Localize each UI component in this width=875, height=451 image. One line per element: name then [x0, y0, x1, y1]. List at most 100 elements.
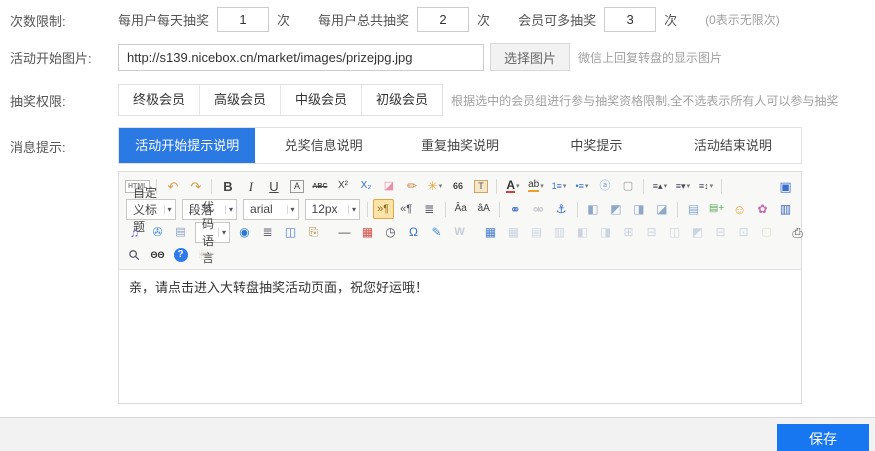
calendar-widget-icon[interactable]: ▤	[170, 222, 191, 242]
member-extra-label: 会员可多抽奖	[518, 10, 596, 29]
code-language-select[interactable]: 代码语言▾	[195, 222, 230, 243]
image-align-left-icon[interactable]: ◧	[582, 199, 603, 219]
comment-edit-icon[interactable]: ✎	[426, 222, 447, 242]
font-family-select[interactable]: arial▾	[243, 199, 298, 220]
insert-time-icon[interactable]: ◷	[380, 222, 401, 242]
help-icon[interactable]: ?	[170, 245, 191, 265]
tab-activity-end[interactable]: 活动结束说明	[665, 128, 801, 163]
choose-image-button[interactable]: 选择图片	[490, 43, 570, 71]
strikethrough-icon[interactable]: ABC	[309, 176, 330, 196]
snippet-icon[interactable]: ⎘	[303, 222, 324, 242]
member-option-junior[interactable]: 初级会员	[362, 85, 442, 115]
italic-icon[interactable]: I	[240, 176, 261, 196]
pre-icon[interactable]: ≣	[257, 222, 278, 242]
para-spacing-before-dropdown-icon[interactable]: ≡▴▾	[649, 176, 670, 196]
underline-icon[interactable]: U	[263, 176, 284, 196]
editor-content-area[interactable]: 亲，请点击进入大转盘抽奖活动页面，祝您好运哦！	[119, 270, 801, 403]
media-icon[interactable]: ▥	[775, 199, 796, 219]
to-lowercase-icon[interactable]: âA	[473, 199, 494, 219]
permission-hint: 根据选中的会员组进行参与抽奖资格限制,全不选表示所有人可以参与抽奖	[451, 92, 838, 109]
permission-row-label: 抽奖权限:	[10, 90, 118, 110]
border-text-icon[interactable]: A	[286, 176, 307, 196]
image-align-center-icon[interactable]: ◩	[605, 199, 626, 219]
heading-select[interactable]: 自定义标题▾	[126, 199, 176, 220]
cell-prop-icon: ▥	[549, 222, 570, 242]
color-sparkle-dropdown-icon[interactable]: ✳▾	[424, 176, 445, 196]
blockquote-icon[interactable]: 66	[447, 176, 468, 196]
total-unit: 次	[477, 10, 490, 29]
line-height-dropdown-icon[interactable]: ≡↕▾	[695, 176, 716, 196]
member-option-ultimate[interactable]: 终极会员	[119, 85, 200, 115]
col-delete-icon: ⊡	[733, 222, 754, 242]
eraser-icon[interactable]: ◪	[378, 176, 399, 196]
per-day-input[interactable]	[217, 7, 269, 32]
total-input[interactable]	[417, 7, 469, 32]
to-uppercase-icon[interactable]: Âa	[450, 199, 471, 219]
paragraph-mark-icon[interactable]: ≣	[419, 199, 440, 219]
print-icon[interactable]: ⎙	[787, 222, 808, 242]
table-icon[interactable]: ▦	[480, 222, 501, 242]
permission-row: 抽奖权限: 终极会员 高级会员 中级会员 初级会员 根据选中的会员组进行参与抽奖…	[0, 84, 875, 116]
indent-icon[interactable]: »¶	[373, 199, 394, 219]
col-insert-right-icon: ◨	[595, 222, 616, 242]
highlight-color-dropdown-icon[interactable]: ab▾	[525, 176, 546, 196]
save-button[interactable]: 保存	[777, 424, 869, 451]
preview-icon[interactable]: ⚲	[124, 245, 145, 265]
tab-redeem-info[interactable]: 兑奖信息说明	[255, 128, 391, 163]
ordered-list-dropdown-icon[interactable]: 1≡▾	[548, 176, 569, 196]
image-url-input[interactable]	[118, 44, 484, 71]
image-icon[interactable]: ▤	[683, 199, 704, 219]
member-option-senior[interactable]: 高级会员	[200, 85, 281, 115]
find-replace-icon[interactable]: ΘΘ	[147, 245, 168, 265]
message-row: 消息提示: 活动开始提示说明 兑奖信息说明 重复抽奖说明 中奖提示 活动结束说明	[0, 127, 875, 164]
image-align-none-icon[interactable]: ◪	[651, 199, 672, 219]
undo-icon[interactable]: ↶	[162, 176, 183, 196]
tab-activity-start[interactable]: 活动开始提示说明	[119, 128, 255, 163]
image-row: 活动开始图片: 选择图片 微信上回复转盘的显示图片	[0, 43, 875, 71]
subscript-icon[interactable]: X₂	[355, 176, 376, 196]
toolbar-separator	[721, 179, 722, 194]
page-break-icon: ▢	[756, 222, 777, 242]
palette-icon[interactable]: ✿	[752, 199, 773, 219]
image-hint: 微信上回复转盘的显示图片	[578, 49, 722, 66]
blank-page-icon[interactable]: ▢	[617, 176, 638, 196]
editor-toolbar: HTML↶↷BIUAABCX²X₂◪✏✳▾66TA▾ab▾1≡▾•≡▾ⓐ▢≡▴▾…	[119, 172, 801, 270]
lottery-settings-page: 次数限制: 每用户每天抽奖 次 每用户总共抽奖 次 会员可多抽奖 次 (0表示无…	[0, 7, 875, 451]
member-option-middle[interactable]: 中级会员	[281, 85, 362, 115]
redo-icon[interactable]: ↷	[185, 176, 206, 196]
font-family-select-value: arial	[250, 202, 273, 216]
paste-as-text-icon[interactable]: T	[470, 176, 491, 196]
table-prop-icon: ▤	[526, 222, 547, 242]
tab-win-prompt[interactable]: 中奖提示	[528, 128, 664, 163]
row-insert-below-icon: ⊟	[641, 222, 662, 242]
anchor-a-icon[interactable]: ⓐ	[594, 176, 615, 196]
music-icon[interactable]: ♫	[124, 222, 145, 242]
code-icon[interactable]: ◉	[234, 222, 255, 242]
multi-image-icon[interactable]: ▤+	[706, 199, 727, 219]
anchor-icon[interactable]: ⚓	[551, 199, 572, 219]
font-size-select[interactable]: 12px▾	[305, 199, 360, 220]
member-extra-input[interactable]	[604, 7, 656, 32]
member-extra-unit: 次	[664, 10, 677, 29]
para-spacing-after-dropdown-icon[interactable]: ≡▾▾	[672, 176, 693, 196]
chevron-down-icon: ▾	[348, 205, 356, 214]
bold-icon[interactable]: B	[217, 176, 238, 196]
unordered-list-dropdown-icon[interactable]: •≡▾	[571, 176, 592, 196]
image-align-right-icon[interactable]: ◨	[628, 199, 649, 219]
message-row-label: 消息提示:	[10, 127, 118, 156]
toolbar-separator	[367, 202, 368, 217]
toolbar-separator	[211, 179, 212, 194]
outdent-icon[interactable]: «¶	[396, 199, 417, 219]
columns-icon[interactable]: ◫	[280, 222, 301, 242]
emoticon-icon[interactable]: ☺	[729, 199, 750, 219]
horizontal-rule-icon[interactable]: —	[334, 222, 355, 242]
special-char-icon[interactable]: Ω	[403, 222, 424, 242]
attachment-icon[interactable]: ✇	[147, 222, 168, 242]
insert-date-icon[interactable]: ▦	[357, 222, 378, 242]
superscript-icon[interactable]: X²	[332, 176, 353, 196]
fullscreen-icon[interactable]: ▣	[775, 176, 796, 196]
link-icon[interactable]: ⚭	[505, 199, 526, 219]
font-color-dropdown-icon[interactable]: A▾	[502, 176, 523, 196]
tab-repeat-draw[interactable]: 重复抽奖说明	[392, 128, 528, 163]
format-brush-icon[interactable]: ✏	[401, 176, 422, 196]
